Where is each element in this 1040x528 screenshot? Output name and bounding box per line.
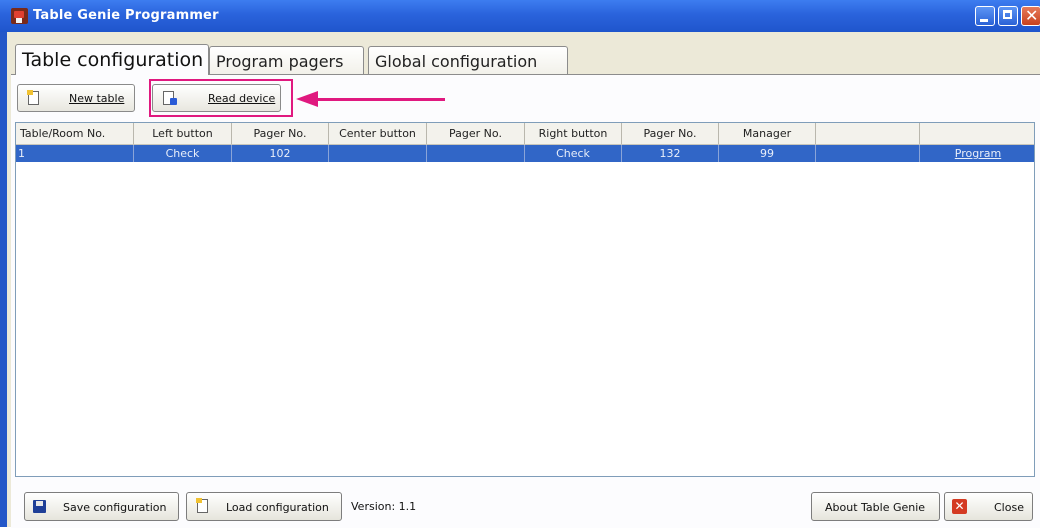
tab-program-pagers[interactable]: Program pagers (209, 46, 364, 74)
cell-manager[interactable]: 99 (719, 145, 816, 162)
cell-pager-no-1[interactable]: 102 (232, 145, 329, 162)
window-title: Table Genie Programmer (33, 8, 219, 23)
col-header-pager-no-1[interactable]: Pager No. (232, 123, 329, 144)
about-label: About Table Genie (825, 501, 926, 514)
col-header-pager-no-2[interactable]: Pager No. (427, 123, 525, 144)
annotation-arrow-head (296, 91, 318, 107)
load-document-icon (196, 498, 208, 513)
grid-header: Table/Room No. Left button Pager No. Cen… (16, 123, 1034, 145)
col-header-blank-1[interactable] (816, 123, 920, 144)
cell-right-button[interactable]: Check (525, 145, 622, 162)
close-icon: ✕ (1025, 6, 1039, 25)
col-header-table-room[interactable]: Table/Room No. (16, 123, 134, 144)
cell-pager-no-3[interactable]: 132 (622, 145, 719, 162)
program-link[interactable]: Program (920, 145, 1034, 162)
about-table-genie-button[interactable]: About Table Genie (811, 492, 940, 521)
table-grid[interactable]: Table/Room No. Left button Pager No. Cen… (15, 122, 1035, 477)
red-x-icon: ✕ (952, 499, 967, 514)
load-configuration-button[interactable]: Load configuration (186, 492, 342, 521)
cell-center-button[interactable] (329, 145, 427, 162)
title-bar[interactable]: Table Genie Programmer ✕ (0, 0, 1040, 32)
minimize-button[interactable] (975, 6, 995, 26)
close-label: Close (994, 501, 1024, 514)
cell-blank[interactable] (816, 145, 920, 162)
col-header-blank-2[interactable] (920, 123, 1034, 144)
read-device-highlight (149, 79, 293, 117)
floppy-disk-icon (33, 500, 46, 513)
window-close-button[interactable]: ✕ (1021, 6, 1040, 26)
annotation-arrow (316, 98, 445, 101)
col-header-center-button[interactable]: Center button (329, 123, 427, 144)
maximize-button[interactable] (998, 6, 1018, 26)
new-table-label: New table (69, 92, 125, 105)
tab-table-configuration[interactable]: Table configuration (15, 44, 209, 75)
app-window: Table Genie Programmer ✕ Table configura… (0, 0, 1040, 528)
load-configuration-label: Load configuration (226, 501, 329, 514)
tab-global-configuration[interactable]: Global configuration (368, 46, 568, 74)
cell-table-room[interactable]: 1 (16, 145, 134, 162)
new-document-icon (27, 90, 39, 105)
app-icon (11, 8, 28, 24)
cell-left-button[interactable]: Check (134, 145, 232, 162)
new-table-button[interactable]: New table (17, 84, 135, 112)
col-header-right-button[interactable]: Right button (525, 123, 622, 144)
cell-pager-no-2[interactable] (427, 145, 525, 162)
table-row[interactable]: 1 Check 102 Check 132 99 Program (16, 145, 1034, 162)
close-button[interactable]: ✕ Close (944, 492, 1033, 521)
col-header-left-button[interactable]: Left button (134, 123, 232, 144)
col-header-pager-no-3[interactable]: Pager No. (622, 123, 719, 144)
save-configuration-label: Save configuration (63, 501, 167, 514)
version-label: Version: 1.1 (351, 500, 417, 513)
save-configuration-button[interactable]: Save configuration (24, 492, 179, 521)
col-header-manager[interactable]: Manager (719, 123, 816, 144)
